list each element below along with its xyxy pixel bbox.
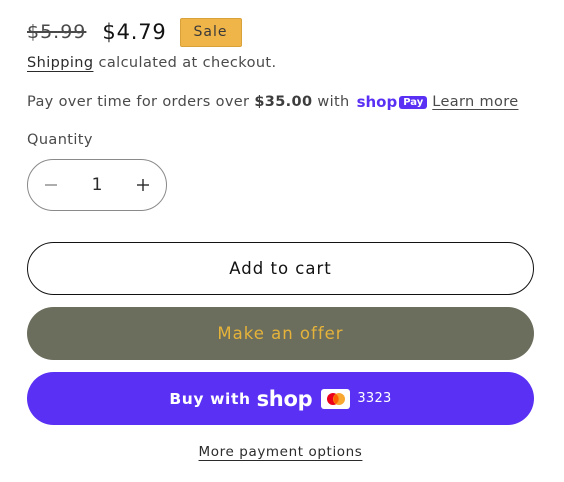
more-payment-options: More payment options <box>27 444 534 460</box>
shop-pay-logo-pay: Pay <box>399 95 428 109</box>
shop-pay-installments: Pay over time for orders over $35.00 wit… <box>27 93 518 111</box>
quantity-stepper <box>27 159 167 211</box>
shipping-link[interactable]: Shipping <box>27 55 93 71</box>
installments-with: with <box>317 94 350 110</box>
shop-logo: shop <box>256 386 313 411</box>
shop-pay-logo-shop: shop <box>356 93 398 111</box>
buy-with-shop-pay-button[interactable]: Buy with shop 3323 <box>27 372 534 425</box>
more-payment-options-link[interactable]: More payment options <box>199 444 363 460</box>
add-to-cart-label: Add to cart <box>229 259 332 278</box>
sale-price: $4.79 <box>102 20 167 44</box>
decrease-quantity-button[interactable] <box>28 160 74 210</box>
installments-threshold: $35.00 <box>254 94 313 110</box>
card-last-four: 3323 <box>357 391 392 406</box>
increase-quantity-button[interactable] <box>120 160 166 210</box>
installments-prefix: Pay over time for orders over <box>27 94 250 110</box>
make-offer-button[interactable]: Make an offer <box>27 307 534 360</box>
card-badge <box>321 388 351 409</box>
mastercard-icon <box>326 392 345 405</box>
sale-badge: Sale <box>179 17 242 47</box>
shipping-note: Shipping calculated at checkout. <box>27 55 277 71</box>
price-row: $5.99 $4.79 Sale <box>27 15 242 49</box>
regular-price: $5.99 <box>27 21 87 43</box>
make-offer-label: Make an offer <box>217 324 344 343</box>
learn-more-link[interactable]: Learn more <box>432 94 518 110</box>
plus-icon <box>137 179 149 191</box>
add-to-cart-button[interactable]: Add to cart <box>27 242 534 295</box>
shop-pay-logo: shop Pay <box>357 93 428 111</box>
shipping-text: calculated at checkout. <box>93 55 277 71</box>
quantity-input[interactable] <box>77 175 117 195</box>
buy-with-label: Buy with <box>169 389 251 408</box>
minus-icon <box>45 184 57 186</box>
quantity-label: Quantity <box>27 132 93 148</box>
